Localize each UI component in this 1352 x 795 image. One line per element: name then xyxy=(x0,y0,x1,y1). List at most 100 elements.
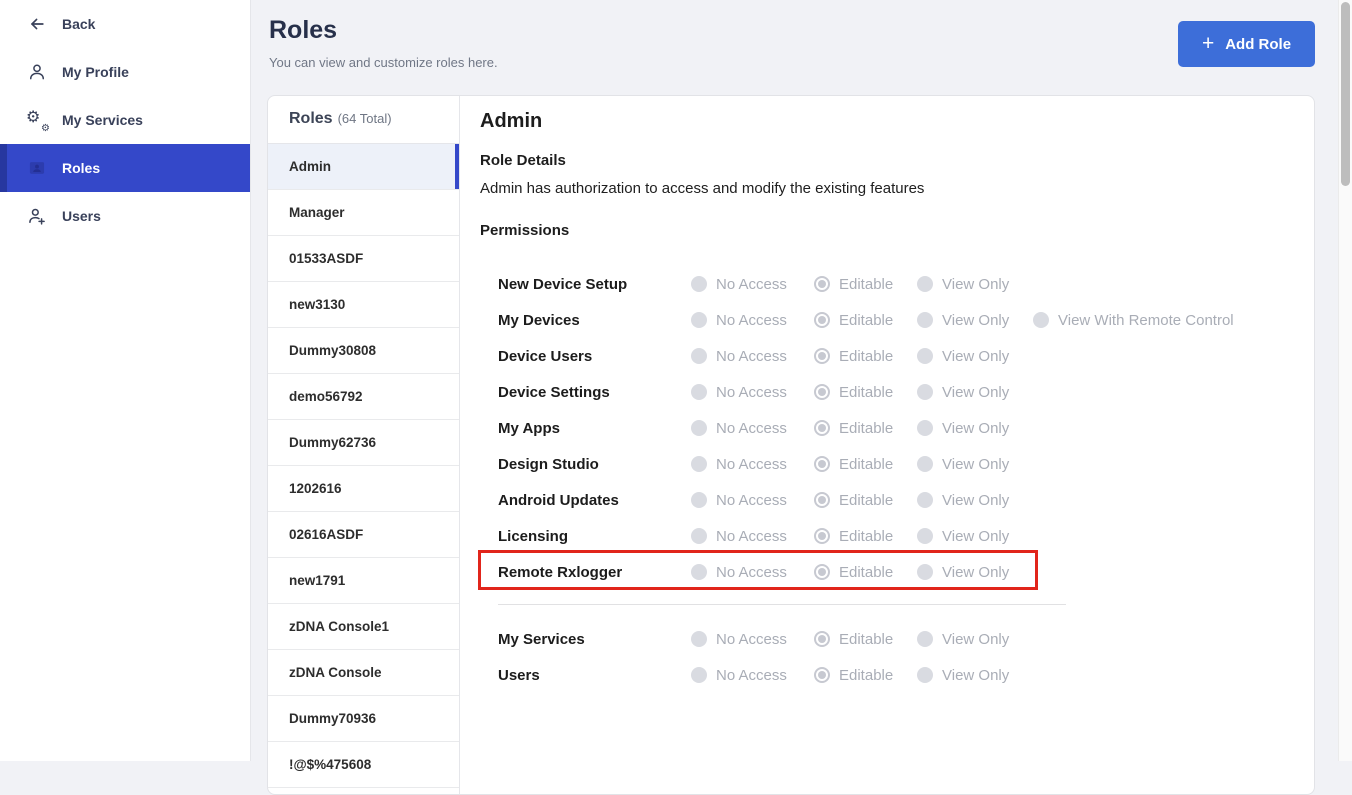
radio-button-icon[interactable] xyxy=(691,420,707,436)
radio-button-icon[interactable] xyxy=(917,420,933,436)
role-list-item[interactable]: new1791 xyxy=(268,558,459,604)
role-list-item[interactable]: demo56792 xyxy=(268,374,459,420)
radio-button-icon[interactable] xyxy=(917,312,933,328)
roles-list: AdminManager01533ASDFnew3130Dummy30808de… xyxy=(268,144,459,788)
role-list-item-label: !@$%475608 xyxy=(289,757,371,772)
page-scrollbar[interactable] xyxy=(1338,0,1352,761)
radio-button-icon[interactable] xyxy=(691,631,707,647)
radio-button-icon[interactable] xyxy=(691,564,707,580)
roles-card: Roles (64 Total) AdminManager01533ASDFne… xyxy=(267,95,1315,795)
radio-button-icon[interactable] xyxy=(691,384,707,400)
radio-dot xyxy=(818,424,826,432)
permission-option-label: No Access xyxy=(716,276,787,293)
radio-dot xyxy=(818,352,826,360)
radio-button-icon[interactable] xyxy=(814,384,830,400)
permission-option: No Access xyxy=(691,528,814,545)
radio-button-icon[interactable] xyxy=(814,456,830,472)
role-list-item[interactable]: Dummy70936 xyxy=(268,696,459,742)
radio-dot xyxy=(818,568,826,576)
radio-button-icon[interactable] xyxy=(917,667,933,683)
permission-row: New Device SetupNo AccessEditableView On… xyxy=(498,266,1294,302)
role-list-item[interactable]: Admin xyxy=(268,144,459,190)
gears-icon: ⚙ ⚙ xyxy=(27,110,47,130)
add-role-button[interactable]: + Add Role xyxy=(1178,21,1315,67)
permission-row: My ServicesNo AccessEditableView Only xyxy=(498,621,1294,657)
permission-option-label: No Access xyxy=(716,384,787,401)
permission-row: Device UsersNo AccessEditableView Only xyxy=(498,338,1294,374)
role-list-item[interactable]: 01533ASDF xyxy=(268,236,459,282)
role-list-item-label: Dummy70936 xyxy=(289,711,376,726)
sidebar-item-roles[interactable]: Roles xyxy=(0,144,250,192)
permission-option: Editable xyxy=(814,276,917,293)
radio-button-icon[interactable] xyxy=(917,348,933,364)
role-list-item[interactable]: Manager xyxy=(268,190,459,236)
radio-button-icon[interactable] xyxy=(917,631,933,647)
radio-button-icon[interactable] xyxy=(814,492,830,508)
role-list-item[interactable]: Dummy30808 xyxy=(268,328,459,374)
permission-option-label: Editable xyxy=(839,420,893,437)
person-icon xyxy=(27,62,47,82)
radio-button-icon[interactable] xyxy=(917,384,933,400)
permission-name: My Apps xyxy=(498,420,691,437)
permission-option: View Only xyxy=(917,312,1033,329)
role-list-item[interactable]: zDNA Console1 xyxy=(268,604,459,650)
radio-button-icon[interactable] xyxy=(917,456,933,472)
radio-button-icon[interactable] xyxy=(917,564,933,580)
role-list-item-label: Dummy62736 xyxy=(289,435,376,450)
radio-button-icon[interactable] xyxy=(814,312,830,328)
radio-button-icon[interactable] xyxy=(814,667,830,683)
permission-name: Remote Rxlogger xyxy=(498,564,691,581)
role-list-item[interactable]: zDNA Console xyxy=(268,650,459,696)
role-list-item[interactable]: new3130 xyxy=(268,282,459,328)
radio-button-icon[interactable] xyxy=(814,528,830,544)
scrollbar-thumb[interactable] xyxy=(1341,2,1350,186)
permission-option: Editable xyxy=(814,348,917,365)
permission-option: View With Remote Control xyxy=(1033,312,1234,329)
permission-option: View Only xyxy=(917,420,1033,437)
radio-button-icon[interactable] xyxy=(917,528,933,544)
radio-button-icon[interactable] xyxy=(814,631,830,647)
permission-option-label: Editable xyxy=(839,528,893,545)
sidebar-item-users[interactable]: Users xyxy=(0,192,250,240)
permission-option: No Access xyxy=(691,348,814,365)
radio-button-icon[interactable] xyxy=(1033,312,1049,328)
permission-option: No Access xyxy=(691,667,814,684)
permission-option-label: View Only xyxy=(942,384,1009,401)
radio-button-icon[interactable] xyxy=(917,276,933,292)
role-detail-title: Admin xyxy=(480,110,1294,133)
radio-button-icon[interactable] xyxy=(691,312,707,328)
role-details-heading: Role Details xyxy=(480,152,1294,169)
role-list-item[interactable]: Dummy62736 xyxy=(268,420,459,466)
radio-button-icon[interactable] xyxy=(814,276,830,292)
role-list-item[interactable]: 02616ASDF xyxy=(268,512,459,558)
radio-dot xyxy=(818,532,826,540)
radio-button-icon[interactable] xyxy=(691,667,707,683)
radio-dot xyxy=(818,496,826,504)
permission-option-label: View Only xyxy=(942,528,1009,545)
role-detail-panel: Admin Role Details Admin has authorizati… xyxy=(460,96,1314,794)
radio-button-icon[interactable] xyxy=(691,492,707,508)
role-list-item[interactable]: 1202616 xyxy=(268,466,459,512)
sidebar-item-back[interactable]: Back xyxy=(0,0,250,48)
sidebar-item-my-profile[interactable]: My Profile xyxy=(0,48,250,96)
role-list-item[interactable]: !@$%475608 xyxy=(268,742,459,788)
radio-button-icon[interactable] xyxy=(814,348,830,364)
radio-button-icon[interactable] xyxy=(691,528,707,544)
radio-button-icon[interactable] xyxy=(691,348,707,364)
radio-button-icon[interactable] xyxy=(917,492,933,508)
permission-option: View Only xyxy=(917,528,1033,545)
permission-option-label: View Only xyxy=(942,276,1009,293)
radio-button-icon[interactable] xyxy=(691,276,707,292)
permission-option-label: Editable xyxy=(839,631,893,648)
sidebar-item-label: Users xyxy=(62,208,101,224)
permission-option: View Only xyxy=(917,276,1033,293)
plus-icon: + xyxy=(1202,33,1214,54)
sidebar-item-my-services[interactable]: ⚙ ⚙ My Services xyxy=(0,96,250,144)
arrow-left-icon xyxy=(27,14,47,34)
permission-option-label: View Only xyxy=(942,564,1009,581)
radio-button-icon[interactable] xyxy=(691,456,707,472)
permission-option: Editable xyxy=(814,528,917,545)
radio-button-icon[interactable] xyxy=(814,564,830,580)
sidebar: Back My Profile ⚙ ⚙ My Services Roles xyxy=(0,0,251,761)
radio-button-icon[interactable] xyxy=(814,420,830,436)
